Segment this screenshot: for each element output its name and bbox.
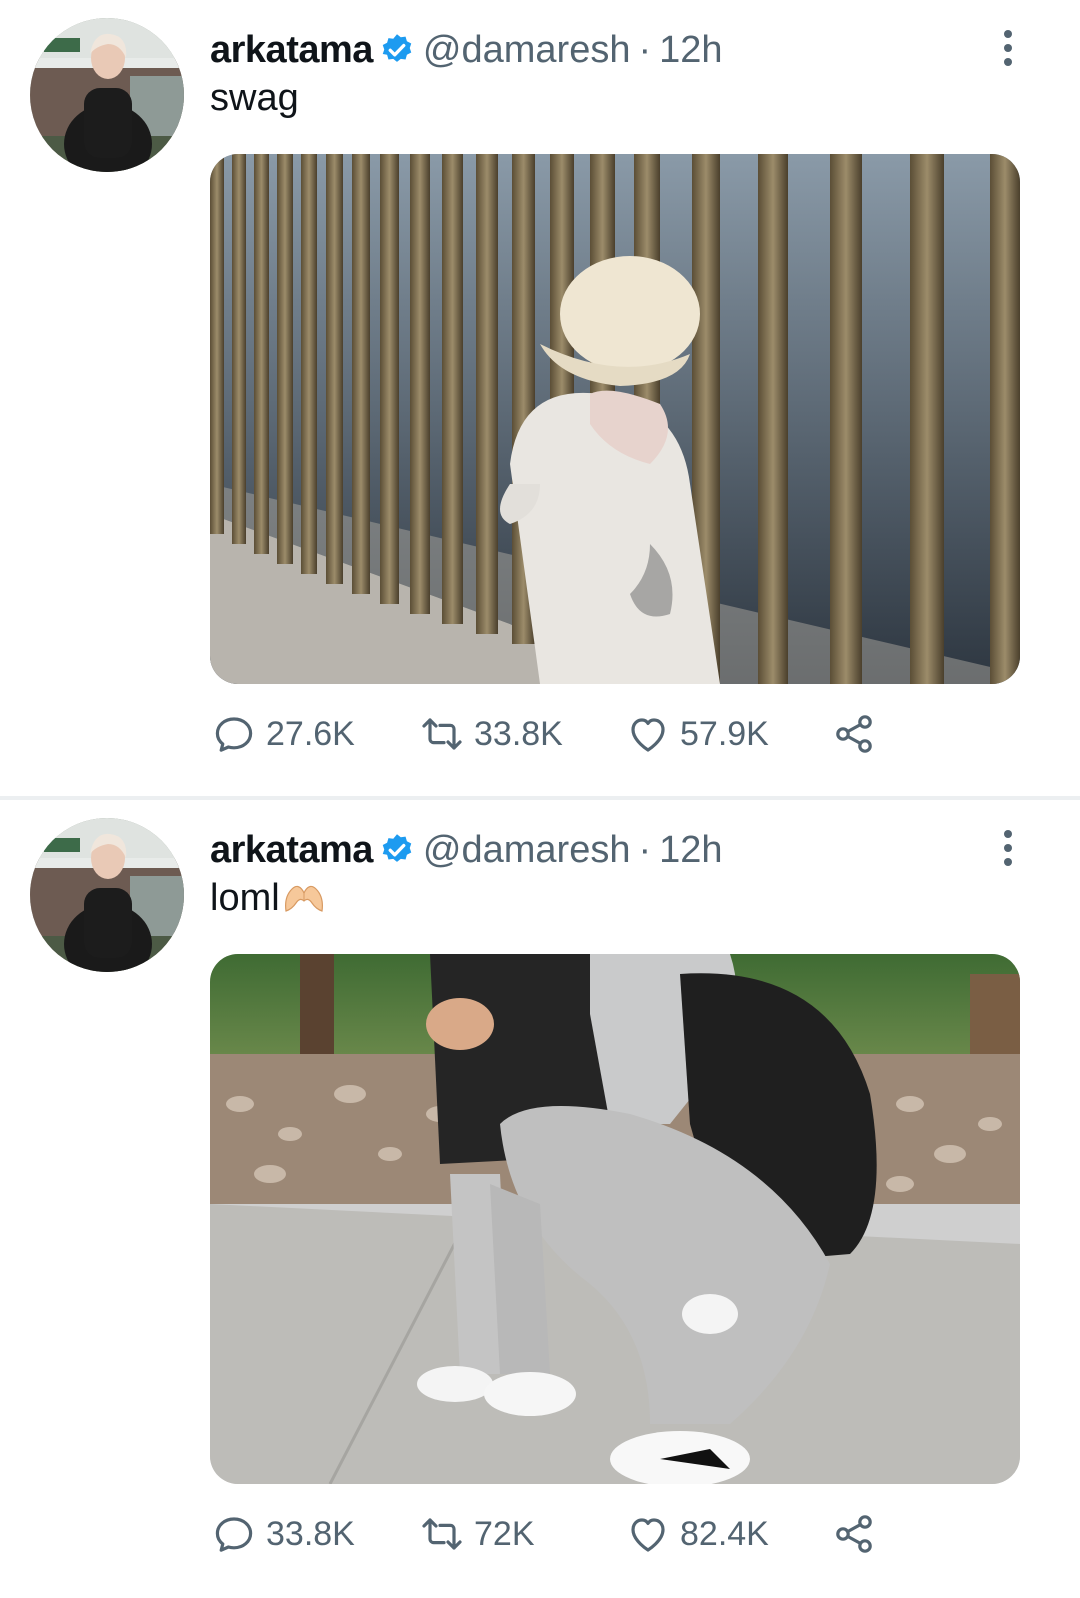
reply-icon xyxy=(210,1510,258,1558)
verified-badge-icon xyxy=(379,832,415,868)
like-count: 82.4K xyxy=(680,1514,769,1553)
retweet-button[interactable]: 72K xyxy=(418,1506,535,1562)
avatar[interactable] xyxy=(30,818,184,972)
retweet-count: 72K xyxy=(474,1514,535,1553)
tweet[interactable]: arkatama @damaresh · 12h swag 27.6K 33.8… xyxy=(0,0,1080,796)
reply-icon xyxy=(210,710,258,758)
retweet-icon xyxy=(418,1510,466,1558)
tweet-header: arkatama @damaresh · 12h xyxy=(210,826,723,874)
reply-count: 27.6K xyxy=(266,714,355,753)
like-count: 57.9K xyxy=(680,714,769,753)
retweet-icon xyxy=(418,710,466,758)
tweet-media-image[interactable] xyxy=(210,154,1020,684)
author-handle[interactable]: @damaresh xyxy=(423,29,631,72)
tweet-text-content: swag xyxy=(210,76,299,119)
tweet-text: swag xyxy=(210,76,299,120)
reply-button[interactable]: 33.8K xyxy=(210,1506,355,1562)
author-name[interactable]: arkatama xyxy=(210,29,373,72)
verified-badge-icon xyxy=(379,32,415,68)
retweet-button[interactable]: 33.8K xyxy=(418,706,563,762)
timestamp[interactable]: 12h xyxy=(659,829,722,872)
tweet-actions: 27.6K 33.8K 57.9K xyxy=(210,706,910,762)
tweet-header: arkatama @damaresh · 12h xyxy=(210,26,723,74)
heart-hands-emoji-icon xyxy=(282,881,326,915)
share-button[interactable] xyxy=(830,1506,878,1562)
tweet-text: loml xyxy=(210,876,326,920)
separator-dot: · xyxy=(638,828,652,871)
share-icon xyxy=(830,1510,878,1558)
separator-dot: · xyxy=(638,28,652,71)
like-icon xyxy=(624,1510,672,1558)
tweet[interactable]: arkatama @damaresh · 12h loml 33.8K 72K … xyxy=(0,800,1080,1598)
tweet-text-content: loml xyxy=(210,876,280,919)
tweet-actions: 33.8K 72K 82.4K xyxy=(210,1506,910,1562)
like-icon xyxy=(624,710,672,758)
retweet-count: 33.8K xyxy=(474,714,563,753)
more-vertical-icon[interactable] xyxy=(998,828,1018,868)
share-icon xyxy=(830,710,878,758)
share-button[interactable] xyxy=(830,706,878,762)
tweet-media-image[interactable] xyxy=(210,954,1020,1484)
timestamp[interactable]: 12h xyxy=(659,29,722,72)
like-button[interactable]: 82.4K xyxy=(624,1506,769,1562)
reply-count: 33.8K xyxy=(266,1514,355,1553)
like-button[interactable]: 57.9K xyxy=(624,706,769,762)
author-handle[interactable]: @damaresh xyxy=(423,829,631,872)
avatar[interactable] xyxy=(30,18,184,172)
reply-button[interactable]: 27.6K xyxy=(210,706,355,762)
author-name[interactable]: arkatama xyxy=(210,829,373,872)
more-vertical-icon[interactable] xyxy=(998,28,1018,68)
